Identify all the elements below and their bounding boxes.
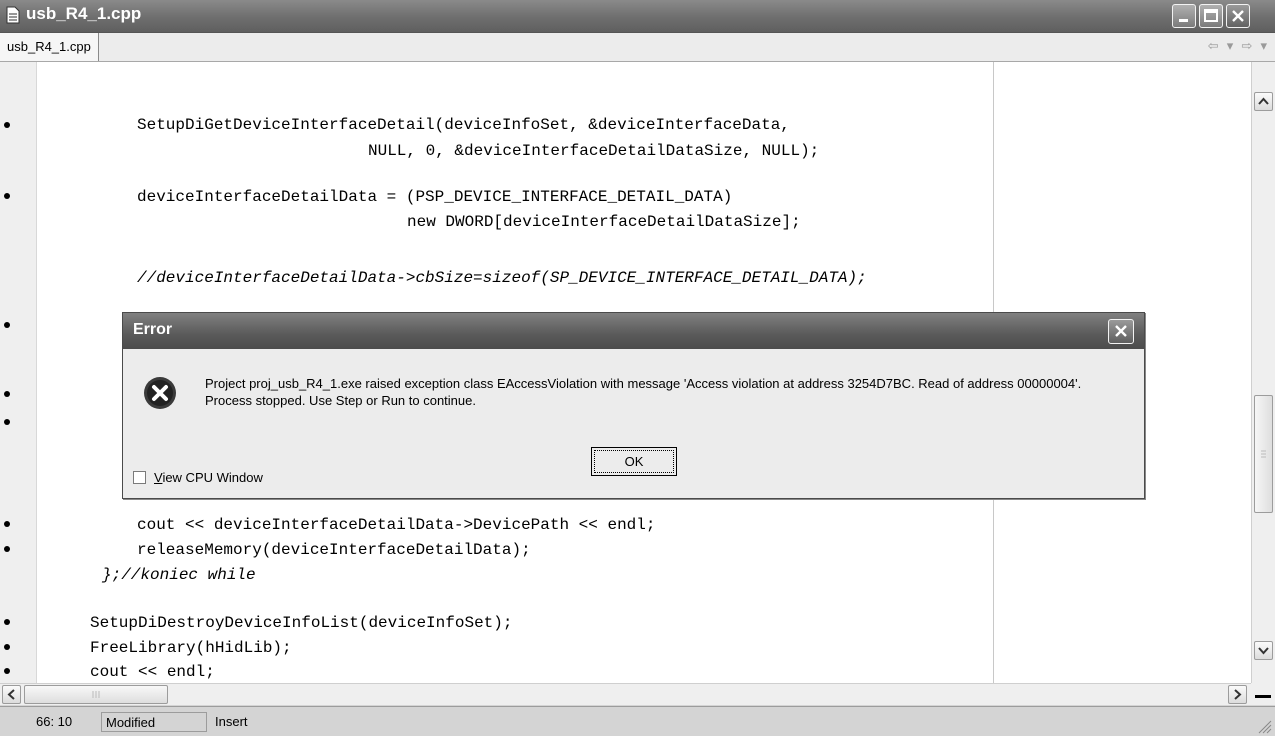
breakpoint-dot[interactable]	[4, 419, 10, 425]
breakpoint-dot[interactable]	[4, 644, 10, 650]
scroll-right-button[interactable]	[1228, 685, 1247, 704]
resize-grip-icon[interactable]	[1256, 718, 1272, 734]
error-message: Project proj_usb_R4_1.exe raised excepti…	[205, 376, 1082, 408]
close-icon	[1232, 10, 1244, 22]
forward-arrow-icon[interactable]: ⇨ ▾	[1241, 39, 1269, 54]
minimize-icon	[1179, 19, 1188, 22]
code-line[interactable]: SetupDiGetDeviceInterfaceDetail(deviceIn…	[137, 114, 790, 136]
breakpoint-dot[interactable]	[4, 322, 10, 328]
breakpoint-dot[interactable]	[4, 521, 10, 527]
grip-icon	[1261, 450, 1266, 458]
checkbox-label-text: iew CPU Window	[162, 470, 263, 485]
scroll-right-icon	[1234, 689, 1242, 700]
breakpoint-dot[interactable]	[4, 193, 10, 199]
scroll-down-button[interactable]	[1254, 641, 1273, 660]
window-title-bar[interactable]: usb_R4_1.cpp	[0, 0, 1275, 33]
scrollbar-corner	[1251, 683, 1275, 705]
tab-usb-r4-1[interactable]: usb_R4_1.cpp	[0, 33, 99, 61]
grip-icon	[92, 691, 100, 698]
view-cpu-window-checkbox[interactable]	[133, 471, 146, 484]
dialog-title: Error	[133, 321, 173, 338]
code-line[interactable]: deviceInterfaceDetailData = (PSP_DEVICE_…	[137, 186, 732, 208]
code-line[interactable]: NULL, 0, &deviceInterfaceDetailDataSize,…	[368, 140, 819, 162]
scroll-left-icon	[7, 689, 15, 700]
tab-strip: usb_R4_1.cpp ⇦ ▾ ⇨ ▾	[0, 33, 1275, 62]
view-cpu-window-label[interactable]: View CPU Window	[154, 470, 263, 486]
split-handle[interactable]	[1255, 695, 1271, 698]
breakpoint-dot[interactable]	[4, 619, 10, 625]
editor-gutter[interactable]	[0, 62, 37, 683]
scroll-left-button[interactable]	[2, 685, 21, 704]
modified-indicator: Modified	[101, 712, 207, 732]
vertical-scroll-thumb[interactable]	[1254, 395, 1273, 513]
history-navigation[interactable]: ⇦ ▾ ⇨ ▾	[1208, 33, 1269, 61]
code-line[interactable]: cout << endl;	[90, 661, 215, 683]
code-comment-line[interactable]: //deviceInterfaceDetailData->cbSize=size…	[137, 267, 867, 289]
horizontal-scrollbar[interactable]	[0, 683, 1251, 705]
maximize-button[interactable]	[1199, 4, 1223, 28]
insert-mode-indicator: Insert	[215, 714, 248, 729]
breakpoint-dot[interactable]	[4, 668, 10, 674]
error-icon	[144, 377, 176, 409]
horizontal-scroll-thumb[interactable]	[24, 685, 168, 704]
back-arrow-icon[interactable]: ⇦ ▾	[1208, 39, 1236, 54]
close-button[interactable]	[1226, 4, 1250, 28]
error-dialog[interactable]: Error Project proj_usb_R4_1.exe raised e…	[122, 312, 1145, 499]
breakpoint-dot[interactable]	[4, 391, 10, 397]
window-title: usb_R4_1.cpp	[26, 4, 142, 23]
dialog-close-button[interactable]	[1108, 319, 1134, 344]
scroll-down-icon	[1258, 647, 1269, 655]
code-line[interactable]: FreeLibrary(hHidLib);	[90, 637, 292, 659]
breakpoint-dot[interactable]	[4, 122, 10, 128]
ok-button[interactable]: OK	[591, 447, 677, 476]
code-line[interactable]: new DWORD[deviceInterfaceDetailDataSize]…	[407, 211, 801, 233]
maximize-icon	[1204, 9, 1218, 22]
minimize-button[interactable]	[1172, 4, 1196, 28]
document-icon	[6, 6, 20, 24]
ok-button-label: OK	[594, 450, 674, 473]
code-line[interactable]: SetupDiDestroyDeviceInfoList(deviceInfoS…	[90, 612, 512, 634]
close-icon	[1115, 325, 1127, 337]
status-bar: 66: 10 Modified Insert	[0, 706, 1275, 736]
code-line[interactable]: cout << deviceInterfaceDetailData->Devic…	[137, 514, 655, 536]
vertical-scrollbar[interactable]	[1251, 62, 1275, 683]
code-line[interactable]: releaseMemory(deviceInterfaceDetailData)…	[137, 539, 531, 561]
scroll-up-icon	[1258, 97, 1269, 105]
breakpoint-dot[interactable]	[4, 546, 10, 552]
scroll-up-button[interactable]	[1254, 92, 1273, 111]
cursor-position: 66: 10	[36, 714, 73, 729]
dialog-title-bar[interactable]: Error	[123, 313, 1144, 349]
code-comment-line[interactable]: };//koniec while	[102, 564, 256, 586]
